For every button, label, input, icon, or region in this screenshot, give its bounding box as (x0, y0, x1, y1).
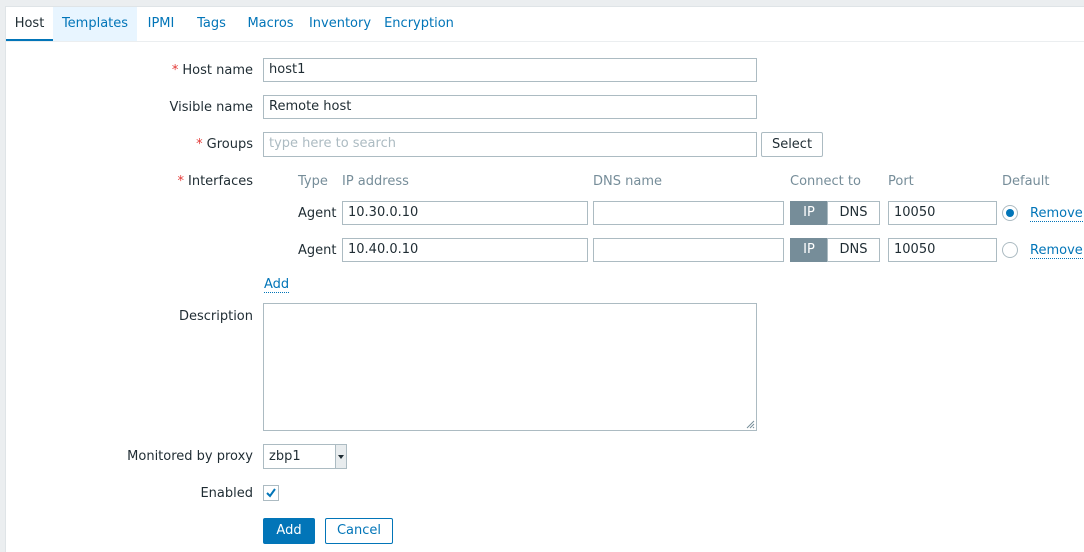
groups-search-input[interactable]: type here to search (263, 132, 757, 157)
tab-host[interactable]: Host (6, 7, 53, 41)
enabled-checkbox[interactable] (263, 485, 279, 501)
resize-grip-icon[interactable] (745, 419, 755, 429)
host-name-label-text: Host name (182, 63, 253, 78)
chevron-down-icon (335, 445, 346, 468)
connect-ip-button[interactable]: IP (790, 201, 828, 225)
interfaces-header-type: Type (298, 174, 328, 189)
checkmark-icon (266, 488, 276, 498)
required-marker: * (177, 174, 185, 189)
default-interface-radio[interactable] (1002, 242, 1018, 258)
add-button[interactable]: Add (263, 518, 315, 544)
host-form-panel: Host Templates IPMI Tags Macros Inventor… (5, 6, 1084, 552)
tab-tags[interactable]: Tags (185, 7, 238, 41)
tab-encryption[interactable]: Encryption (377, 7, 461, 41)
visible-name-label: Visible name (169, 100, 253, 115)
interface-type: Agent (298, 206, 337, 221)
interfaces-header-port: Port (888, 174, 914, 189)
tab-bar: Host Templates IPMI Tags Macros Inventor… (6, 7, 1084, 42)
visible-name-input[interactable]: Remote host (263, 95, 757, 119)
interfaces-header-default: Default (1002, 174, 1050, 189)
interface-ip-input[interactable]: 10.40.0.10 (342, 238, 588, 262)
host-name-input[interactable]: host1 (263, 58, 757, 82)
interface-dns-input[interactable] (593, 238, 784, 262)
interfaces-label-text: Interfaces (188, 174, 253, 189)
tab-templates[interactable]: Templates (53, 7, 137, 41)
proxy-select-value: zbp1 (269, 449, 301, 464)
proxy-select[interactable]: zbp1 (263, 444, 347, 469)
required-marker: * (171, 63, 179, 78)
description-textarea[interactable] (263, 303, 757, 431)
connect-ip-button[interactable]: IP (790, 238, 828, 262)
add-interface-link[interactable]: Add (264, 277, 290, 293)
enabled-label: Enabled (200, 486, 253, 501)
interface-ip-input[interactable]: 10.30.0.10 (342, 201, 588, 225)
connect-dns-button[interactable]: DNS (827, 238, 880, 262)
groups-label-text: Groups (206, 137, 253, 152)
host-name-label: * Host name (53, 63, 253, 78)
cancel-button[interactable]: Cancel (325, 518, 393, 544)
interface-port-input[interactable]: 10050 (888, 238, 997, 262)
description-label: Description (178, 309, 253, 324)
tab-macros[interactable]: Macros (238, 7, 303, 41)
interface-type: Agent (298, 243, 337, 258)
tab-inventory[interactable]: Inventory (303, 7, 377, 41)
remove-interface-link[interactable]: Remove (1030, 243, 1083, 259)
interfaces-header-dns: DNS name (593, 174, 662, 189)
proxy-label: Monitored by proxy (127, 449, 253, 464)
connect-dns-button[interactable]: DNS (827, 201, 880, 225)
groups-select-button[interactable]: Select (761, 132, 823, 157)
interface-dns-input[interactable] (593, 201, 784, 225)
interfaces-header-connect: Connect to (790, 174, 861, 189)
interfaces-label: * Interfaces (53, 174, 253, 189)
tab-ipmi[interactable]: IPMI (137, 7, 185, 41)
interface-port-input[interactable]: 10050 (888, 201, 997, 225)
interfaces-header-ip: IP address (342, 174, 409, 189)
required-marker: * (196, 137, 203, 152)
remove-interface-link[interactable]: Remove (1030, 206, 1083, 222)
default-interface-radio[interactable] (1002, 205, 1018, 221)
groups-label: * Groups (53, 137, 253, 152)
